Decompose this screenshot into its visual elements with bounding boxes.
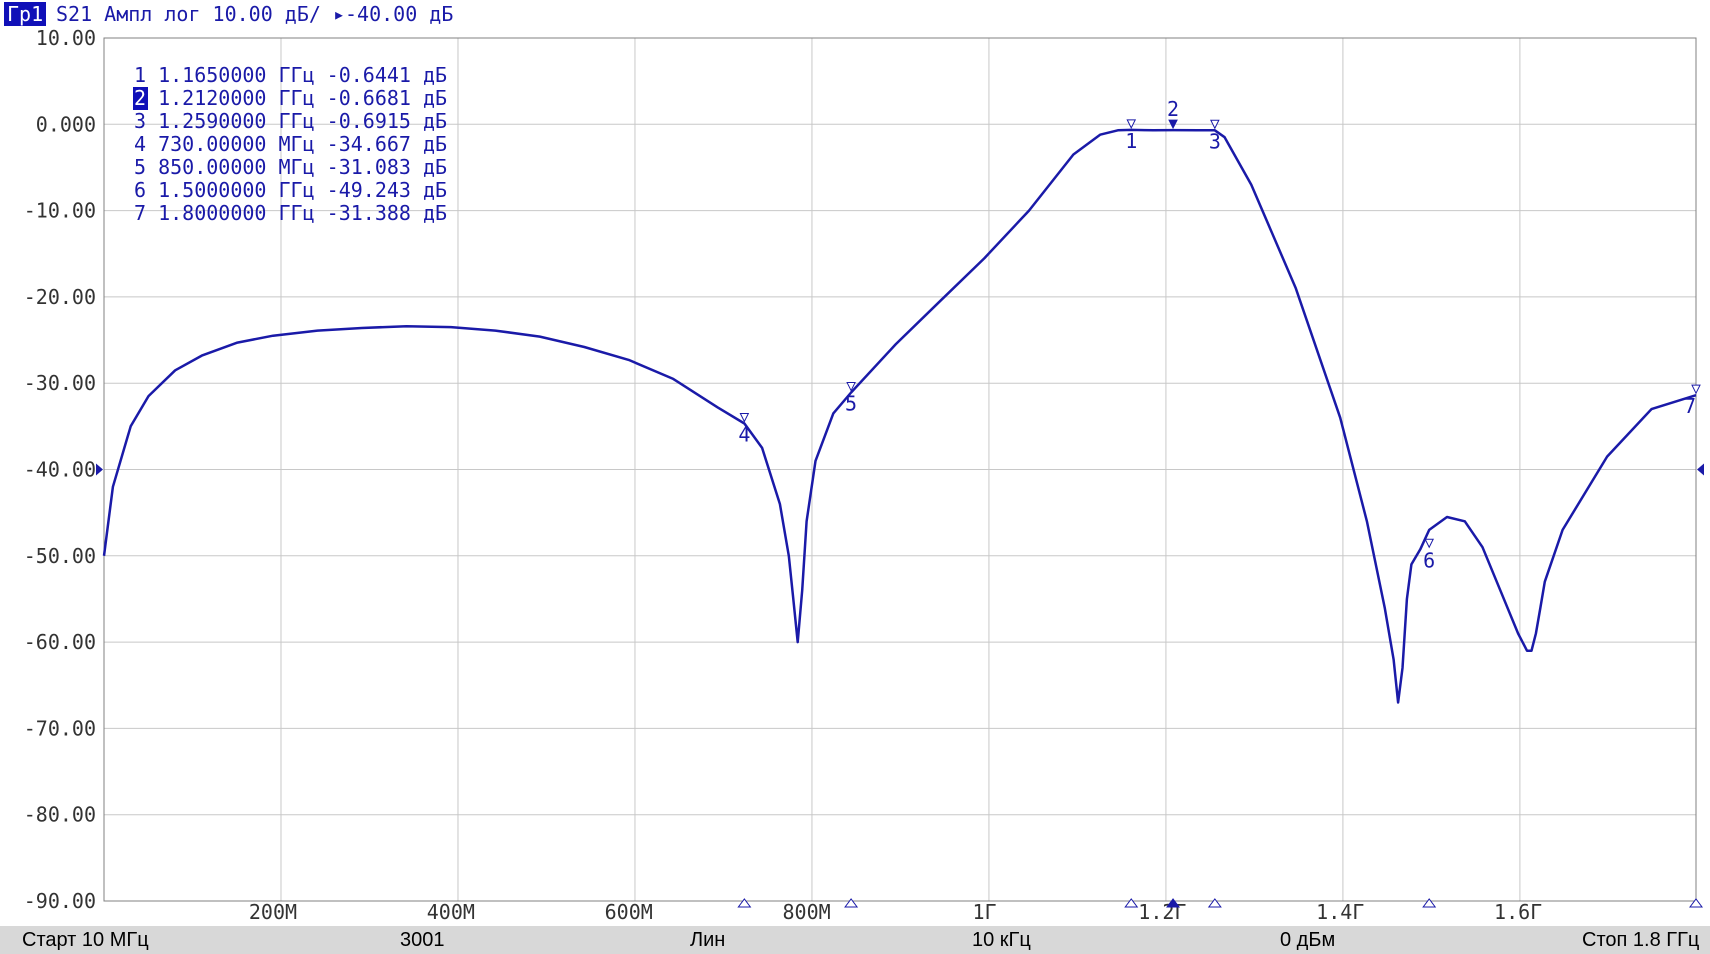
marker-triangle	[739, 412, 750, 423]
y-tick-label: -60.00	[24, 630, 96, 654]
marker-readout-value: 1.1650000 ГГц -0.6441 дБ	[146, 63, 447, 87]
marker-readout-id: 4	[134, 132, 146, 156]
marker-readout-value: 1.5000000 ГГц -49.243 дБ	[146, 178, 447, 202]
marker-label: 5	[845, 392, 857, 416]
x-tick-label: 1.2Г	[1138, 900, 1186, 924]
x-tick-label: 600М	[605, 900, 653, 924]
status-bar: Старт 10 МГц 3001 Лин 10 кГц 0 дБм Стоп …	[0, 926, 1710, 954]
y-tick-label: -50.00	[24, 544, 96, 568]
marker-readout-row[interactable]: 6 1.5000000 ГГц -49.243 дБ	[134, 178, 447, 202]
y-axis-ticks: 10.00 0.000 -10.00 -20.00 -30.00 -40.00 -50.00…	[24, 26, 96, 913]
marker-axis-pointer[interactable]	[1207, 898, 1222, 908]
marker-readout-row[interactable]: 7 1.8000000 ГГц -31.388 дБ	[134, 201, 447, 225]
y-tick-label: -90.00	[24, 889, 96, 913]
marker-axis-pointer[interactable]	[737, 898, 752, 908]
y-tick-label: -30.00	[24, 371, 96, 395]
marker-readout-row[interactable]: 3 1.2590000 ГГц -0.6915 дБ	[134, 109, 447, 133]
y-tick-label: -20.00	[24, 285, 96, 309]
marker-readout-id: 2	[134, 86, 146, 110]
marker-label: 1	[1125, 129, 1137, 153]
marker-readout-table: 1 1.1650000 ГГц -0.6441 дБ2 1.2120000 ГГ…	[133, 63, 447, 225]
marker-readout-text: 6 1.5000000 ГГц -49.243 дБ	[134, 178, 447, 202]
marker-readout-value: 1.2120000 ГГц -0.6681 дБ	[146, 86, 447, 110]
marker-readout-text: 3 1.2590000 ГГц -0.6915 дБ	[134, 109, 447, 133]
marker-axis-pointer[interactable]	[1124, 898, 1139, 908]
marker-label: 4	[738, 422, 750, 446]
marker-readout-row[interactable]: 5 850.00000 МГц -31.083 дБ	[134, 155, 447, 179]
marker-triangle	[1424, 538, 1434, 549]
marker-readout-row[interactable]: 1 1.1650000 ГГц -0.6441 дБ	[134, 63, 447, 87]
sweep-points[interactable]: 3001	[400, 928, 445, 952]
marker-readout-text: 1 1.1650000 ГГц -0.6441 дБ	[134, 63, 447, 87]
start-frequency[interactable]: Старт 10 МГц	[22, 928, 149, 952]
sweep-type[interactable]: Лин	[690, 928, 725, 952]
x-tick-label: 200М	[249, 900, 297, 924]
marker-label: 3	[1209, 129, 1221, 153]
marker-readout-row[interactable]: 4 730.00000 МГц -34.667 дБ	[134, 132, 447, 156]
marker-readout-text: 7 1.8000000 ГГц -31.388 дБ	[134, 201, 447, 225]
markers: 1 2 3 4 5 6 7	[737, 97, 1703, 908]
s21-chart[interactable]: 10.00 0.000 -10.00 -20.00 -30.00 -40.00 -50.00…	[0, 0, 1710, 926]
marker-readout-id: 7	[134, 201, 146, 225]
marker-label: 7	[1684, 394, 1696, 418]
marker-label: 2	[1167, 97, 1179, 121]
marker-readout-value: 850.00000 МГц -31.083 дБ	[146, 155, 447, 179]
y-tick-label: -10.00	[24, 199, 96, 223]
marker-readout-id: 3	[134, 109, 146, 133]
marker-readout-text: 5 850.00000 МГц -31.083 дБ	[134, 155, 447, 179]
marker-readout-id: 6	[134, 178, 146, 202]
reference-level-indicator-right[interactable]	[1697, 463, 1704, 476]
marker-3[interactable]: 3	[1207, 119, 1222, 908]
marker-readout-text: 2 1.2120000 ГГц -0.6681 дБ	[134, 86, 447, 110]
marker-1[interactable]: 1	[1124, 119, 1139, 908]
if-bandwidth[interactable]: 10 кГц	[972, 928, 1031, 952]
y-tick-label: -70.00	[24, 716, 96, 740]
y-tick-label: -80.00	[24, 803, 96, 827]
marker-readout-value: 1.2590000 ГГц -0.6915 дБ	[146, 109, 447, 133]
marker-7[interactable]: 7	[1684, 384, 1703, 908]
marker-axis-pointer[interactable]	[1689, 898, 1703, 908]
reference-level-indicator-left[interactable]	[96, 463, 103, 476]
marker-triangle	[1691, 384, 1701, 395]
marker-4[interactable]: 4	[737, 412, 752, 908]
y-tick-label: 0.000	[36, 112, 96, 136]
x-tick-label: 1.6Г	[1494, 900, 1542, 924]
marker-2[interactable]: 2	[1166, 97, 1181, 908]
y-tick-label: 10.00	[36, 26, 96, 50]
x-tick-label: 1.4Г	[1316, 900, 1364, 924]
marker-readout-id: 5	[134, 155, 146, 179]
marker-readout-id: 1	[134, 63, 146, 87]
marker-readout-value: 730.00000 МГц -34.667 дБ	[146, 132, 447, 156]
y-tick-label: -40.00	[24, 458, 96, 482]
marker-axis-pointer[interactable]	[844, 898, 859, 908]
marker-readout-row[interactable]: 2 1.2120000 ГГц -0.6681 дБ	[133, 86, 447, 110]
marker-6[interactable]: 6	[1422, 538, 1437, 908]
marker-readout-value: 1.8000000 ГГц -31.388 дБ	[146, 201, 447, 225]
marker-5[interactable]: 5	[844, 382, 859, 908]
x-tick-label: 800М	[783, 900, 831, 924]
x-tick-label: 400М	[427, 900, 475, 924]
marker-readout-text: 4 730.00000 МГц -34.667 дБ	[134, 132, 447, 156]
x-axis-ticks: 200М 400М 600М 800М 1Г 1.2Г 1.4Г 1.6Г	[249, 900, 1542, 924]
marker-axis-pointer[interactable]	[1422, 898, 1437, 908]
stop-frequency[interactable]: Стоп 1.8 ГГц	[1582, 928, 1699, 952]
marker-label: 6	[1423, 548, 1435, 572]
source-power[interactable]: 0 дБм	[1280, 928, 1335, 952]
x-tick-label: 1Г	[972, 900, 996, 924]
